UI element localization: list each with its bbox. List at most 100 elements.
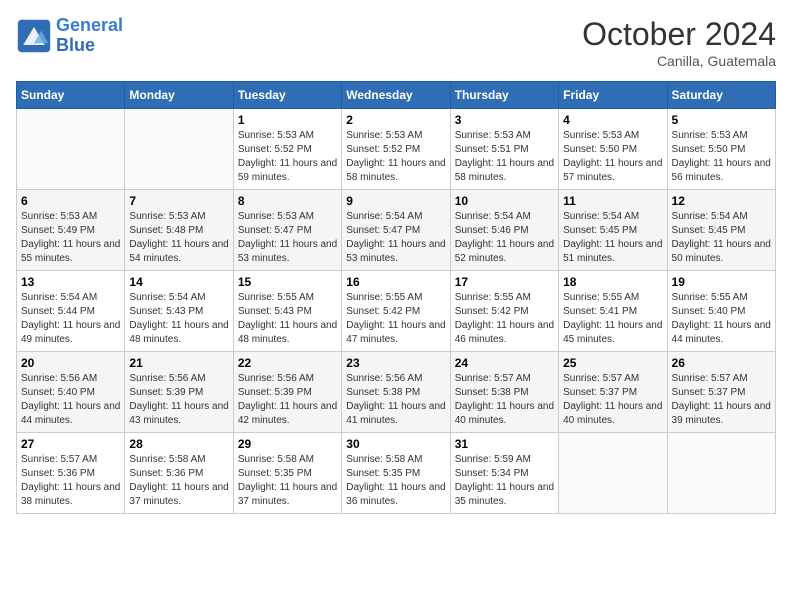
calendar-cell: 30 Sunrise: 5:58 AMSunset: 5:35 PMDayligh… bbox=[342, 433, 450, 514]
day-number: 8 bbox=[238, 194, 337, 208]
calendar-week-row: 20 Sunrise: 5:56 AMSunset: 5:40 PMDayligh… bbox=[17, 352, 776, 433]
day-number: 18 bbox=[563, 275, 662, 289]
day-number: 10 bbox=[455, 194, 554, 208]
day-number: 1 bbox=[238, 113, 337, 127]
calendar-cell: 2Sunrise: 5:53 AMSunset: 5:52 PMDaylight… bbox=[342, 109, 450, 190]
day-number: 16 bbox=[346, 275, 445, 289]
day-info: Sunrise: 5:58 AMSunset: 5:35 PMDaylight:… bbox=[238, 453, 337, 509]
day-number: 7 bbox=[129, 194, 228, 208]
day-info: Sunrise: 5:54 AMSunset: 5:45 PMDaylight:… bbox=[672, 210, 771, 266]
day-info: Sunrise: 5:58 AMSunset: 5:35 PMDaylight:… bbox=[346, 453, 445, 509]
calendar-week-row: 13 Sunrise: 5:54 AMSunset: 5:44 PMDayligh… bbox=[17, 271, 776, 352]
day-info: Sunrise: 5:56 AMSunset: 5:38 PMDaylight:… bbox=[346, 372, 445, 428]
day-number: 12 bbox=[672, 194, 771, 208]
calendar-cell: 3 Sunrise: 5:53 AMSunset: 5:51 PMDaylight… bbox=[450, 109, 558, 190]
weekday-header: Sunday bbox=[17, 82, 125, 109]
day-number: 28 bbox=[129, 437, 228, 451]
calendar-cell: 7 Sunrise: 5:53 AMSunset: 5:48 PMDaylight… bbox=[125, 190, 233, 271]
day-number: 27 bbox=[21, 437, 120, 451]
day-number: 4 bbox=[563, 113, 662, 127]
calendar-cell: 20 Sunrise: 5:56 AMSunset: 5:40 PMDayligh… bbox=[17, 352, 125, 433]
day-info: Sunrise: 5:53 AMSunset: 5:48 PMDaylight:… bbox=[129, 210, 228, 266]
calendar-cell: 19 Sunrise: 5:55 AMSunset: 5:40 PMDayligh… bbox=[667, 271, 775, 352]
logo-icon bbox=[16, 18, 52, 54]
day-info: Sunrise: 5:53 AMSunset: 5:51 PMDaylight:… bbox=[455, 129, 554, 185]
calendar-cell: 13 Sunrise: 5:54 AMSunset: 5:44 PMDayligh… bbox=[17, 271, 125, 352]
day-number: 29 bbox=[238, 437, 337, 451]
logo-line2: Blue bbox=[56, 35, 95, 55]
day-number: 5 bbox=[672, 113, 771, 127]
calendar-cell: 10 Sunrise: 5:54 AMSunset: 5:46 PMDayligh… bbox=[450, 190, 558, 271]
day-number: 17 bbox=[455, 275, 554, 289]
day-number: 21 bbox=[129, 356, 228, 370]
day-number: 26 bbox=[672, 356, 771, 370]
calendar-week-row: 6Sunrise: 5:53 AMSunset: 5:49 PMDaylight… bbox=[17, 190, 776, 271]
calendar-table: SundayMondayTuesdayWednesdayThursdayFrid… bbox=[16, 81, 776, 514]
day-number: 19 bbox=[672, 275, 771, 289]
calendar-cell: 16 Sunrise: 5:55 AMSunset: 5:42 PMDayligh… bbox=[342, 271, 450, 352]
day-number: 13 bbox=[21, 275, 120, 289]
day-info: Sunrise: 5:53 AMSunset: 5:47 PMDaylight:… bbox=[238, 210, 337, 266]
calendar-cell bbox=[17, 109, 125, 190]
day-info: Sunrise: 5:54 AMSunset: 5:46 PMDaylight:… bbox=[455, 210, 554, 266]
page-header: General Blue October 2024 Canilla, Guate… bbox=[16, 16, 776, 69]
day-info: Sunrise: 5:55 AMSunset: 5:40 PMDaylight:… bbox=[672, 291, 771, 347]
day-info: Sunrise: 5:54 AMSunset: 5:47 PMDaylight:… bbox=[346, 210, 445, 266]
day-number: 3 bbox=[455, 113, 554, 127]
calendar-header-row: SundayMondayTuesdayWednesdayThursdayFrid… bbox=[17, 82, 776, 109]
day-info: Sunrise: 5:55 AMSunset: 5:42 PMDaylight:… bbox=[346, 291, 445, 347]
calendar-cell: 22 Sunrise: 5:56 AMSunset: 5:39 PMDayligh… bbox=[233, 352, 341, 433]
day-number: 23 bbox=[346, 356, 445, 370]
calendar-cell: 1Sunrise: 5:53 AMSunset: 5:52 PMDaylight… bbox=[233, 109, 341, 190]
calendar-cell: 29 Sunrise: 5:58 AMSunset: 5:35 PMDayligh… bbox=[233, 433, 341, 514]
calendar-cell bbox=[125, 109, 233, 190]
day-info: Sunrise: 5:57 AMSunset: 5:37 PMDaylight:… bbox=[563, 372, 662, 428]
day-number: 20 bbox=[21, 356, 120, 370]
day-number: 24 bbox=[455, 356, 554, 370]
day-info: Sunrise: 5:57 AMSunset: 5:37 PMDaylight:… bbox=[672, 372, 771, 428]
day-info: Sunrise: 5:56 AMSunset: 5:40 PMDaylight:… bbox=[21, 372, 120, 428]
day-info: Sunrise: 5:53 AMSunset: 5:50 PMDaylight:… bbox=[672, 129, 771, 185]
day-number: 30 bbox=[346, 437, 445, 451]
day-number: 25 bbox=[563, 356, 662, 370]
logo-line1: General bbox=[56, 15, 123, 35]
calendar-cell: 15 Sunrise: 5:55 AMSunset: 5:43 PMDayligh… bbox=[233, 271, 341, 352]
calendar-cell: 14Sunrise: 5:54 AMSunset: 5:43 PMDayligh… bbox=[125, 271, 233, 352]
day-number: 15 bbox=[238, 275, 337, 289]
day-info: Sunrise: 5:55 AMSunset: 5:41 PMDaylight:… bbox=[563, 291, 662, 347]
day-number: 11 bbox=[563, 194, 662, 208]
calendar-cell: 24 Sunrise: 5:57 AMSunset: 5:38 PMDayligh… bbox=[450, 352, 558, 433]
day-info: Sunrise: 5:57 AMSunset: 5:36 PMDaylight:… bbox=[21, 453, 120, 509]
day-info: Sunrise: 5:56 AMSunset: 5:39 PMDaylight:… bbox=[238, 372, 337, 428]
month-title: October 2024 bbox=[582, 16, 776, 53]
calendar-cell: 21Sunrise: 5:56 AMSunset: 5:39 PMDayligh… bbox=[125, 352, 233, 433]
day-number: 31 bbox=[455, 437, 554, 451]
weekday-header: Friday bbox=[559, 82, 667, 109]
calendar-cell: 18 Sunrise: 5:55 AMSunset: 5:41 PMDayligh… bbox=[559, 271, 667, 352]
calendar-week-row: 27 Sunrise: 5:57 AMSunset: 5:36 PMDayligh… bbox=[17, 433, 776, 514]
day-info: Sunrise: 5:53 AMSunset: 5:49 PMDaylight:… bbox=[21, 210, 120, 266]
day-info: Sunrise: 5:54 AMSunset: 5:44 PMDaylight:… bbox=[21, 291, 120, 347]
day-info: Sunrise: 5:54 AMSunset: 5:43 PMDaylight:… bbox=[129, 291, 228, 347]
day-number: 22 bbox=[238, 356, 337, 370]
day-info: Sunrise: 5:55 AMSunset: 5:43 PMDaylight:… bbox=[238, 291, 337, 347]
day-number: 9 bbox=[346, 194, 445, 208]
day-info: Sunrise: 5:54 AMSunset: 5:45 PMDaylight:… bbox=[563, 210, 662, 266]
weekday-header: Monday bbox=[125, 82, 233, 109]
calendar-cell: 4Sunrise: 5:53 AMSunset: 5:50 PMDaylight… bbox=[559, 109, 667, 190]
calendar-cell: 17Sunrise: 5:55 AMSunset: 5:42 PMDayligh… bbox=[450, 271, 558, 352]
title-block: October 2024 Canilla, Guatemala bbox=[582, 16, 776, 69]
calendar-cell bbox=[667, 433, 775, 514]
calendar-cell: 28Sunrise: 5:58 AMSunset: 5:36 PMDayligh… bbox=[125, 433, 233, 514]
calendar-cell bbox=[559, 433, 667, 514]
location-subtitle: Canilla, Guatemala bbox=[582, 53, 776, 69]
weekday-header: Thursday bbox=[450, 82, 558, 109]
day-info: Sunrise: 5:57 AMSunset: 5:38 PMDaylight:… bbox=[455, 372, 554, 428]
weekday-header: Wednesday bbox=[342, 82, 450, 109]
calendar-cell: 31Sunrise: 5:59 AMSunset: 5:34 PMDayligh… bbox=[450, 433, 558, 514]
weekday-header: Tuesday bbox=[233, 82, 341, 109]
weekday-header: Saturday bbox=[667, 82, 775, 109]
calendar-cell: 9 Sunrise: 5:54 AMSunset: 5:47 PMDaylight… bbox=[342, 190, 450, 271]
calendar-week-row: 1Sunrise: 5:53 AMSunset: 5:52 PMDaylight… bbox=[17, 109, 776, 190]
logo-text: General Blue bbox=[56, 16, 123, 56]
